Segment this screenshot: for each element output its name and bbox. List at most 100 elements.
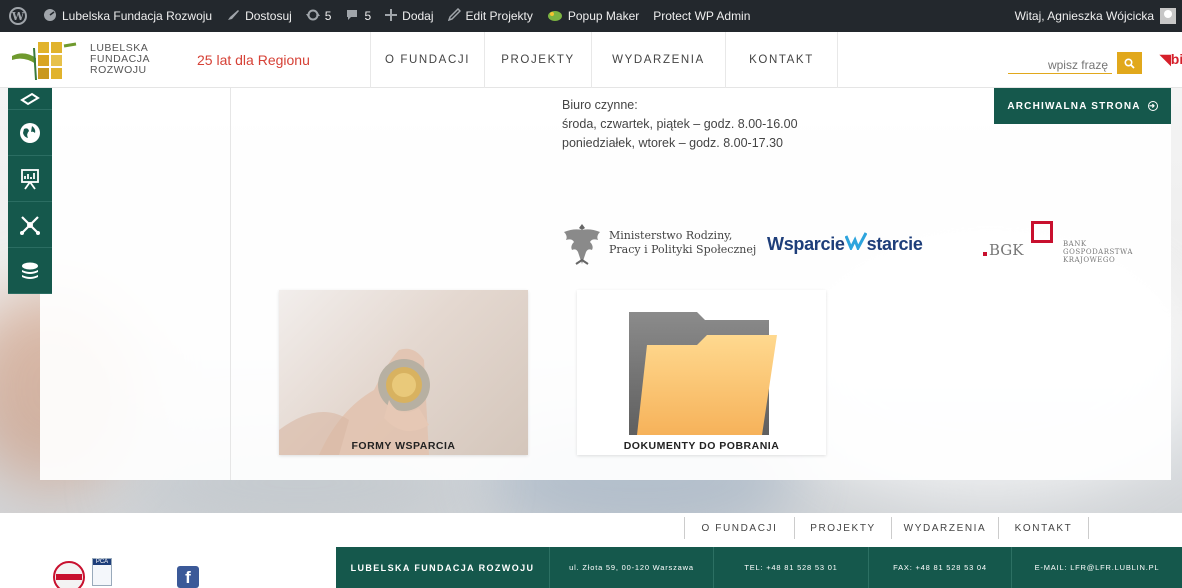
side-link-presentation[interactable] [8,156,52,202]
bgk-short-name: BGK [989,241,1024,259]
archive-site-label: ARCHIWALNA STRONA [1007,100,1141,112]
wsparcie-part2: starcie [866,234,923,254]
footer-nav: O FUNDACJI PROJEKTY WYDARZENIA KONTAKT [684,517,1089,539]
archive-site-button[interactable]: ARCHIWALNA STRONA ➜ [994,88,1171,124]
site-header: LUBELSKA FUNDACJA ROZWOJU 25 lat dla Reg… [0,32,1182,88]
footer-contact-bar: LUBELSKA FUNDACJA ROZWOJU ul. Złota 59, … [336,547,1182,588]
coin-stack-icon [22,262,38,279]
foundation-logo-icon[interactable] [10,40,78,82]
globe-icon [20,122,40,143]
account-menu[interactable]: Witaj, Agnieszka Wójcicka [1015,0,1182,32]
footer-nav-projekty[interactable]: PROJEKTY [794,517,891,539]
office-hours-line: poniedziałek, wtorek – godz. 8.00-17.30 [562,136,783,150]
admin-bar: W Lubelska Fundacja Rozwoju Dostosuj 5 5… [0,0,1182,32]
search-button[interactable] [1117,52,1142,74]
logo-text[interactable]: LUBELSKA FUNDACJA ROZWOJU [90,43,150,76]
footer-nav-wydarzenia[interactable]: WYDARZENIA [891,517,998,539]
bgk-dot-icon [983,252,987,256]
bgk-full-line: KRAJOWEGO [1063,256,1116,264]
eagle-emblem-icon [564,224,600,265]
footer-phone[interactable]: TEL: +48 81 528 53 01 [714,547,869,588]
presentation-chart-icon [21,168,39,190]
footer-address: ul. Złota 59, 00-120 Warszawa [550,547,714,588]
tile-formy-wsparcia[interactable]: FORMY WSPARCIA [279,290,528,455]
pca-certificate-icon: PCA [92,558,112,586]
tagline: 25 lat dla Regionu [197,52,310,68]
customize-label: Dostosuj [245,9,292,23]
wordpress-icon: W [9,7,27,25]
popup-maker-menu[interactable]: Popup Maker [540,0,646,32]
tile-label: DOKUMENTY DO POBRANIA [623,440,780,452]
site-name-menu[interactable]: Lubelska Fundacja Rozwoju [36,0,219,32]
comment-icon [345,8,359,25]
bgk-full-name: BANK GOSPODARSTWA KRAJOWEGO [1063,240,1148,264]
side-icon-bar [8,88,52,294]
popup-maker-icon [547,8,563,25]
site-name-label: Lubelska Fundacja Rozwoju [62,9,213,23]
wsparcie-w-mark-icon [844,232,867,254]
avatar [1160,8,1176,24]
main-nav: O FUNDACJI PROJEKTY WYDARZENIA KONTAKT [370,32,838,88]
certificate-seal-icon [53,561,85,588]
pencil-icon [447,7,461,24]
office-hours-title: Biuro czynne: [562,98,638,112]
updates-link[interactable]: 5 [299,0,339,32]
bgk-square-icon [1031,221,1053,243]
add-new-label: Dodaj [402,9,434,23]
footer-org-name: LUBELSKA FUNDACJA ROZWOJU [336,547,550,588]
add-new-menu[interactable]: Dodaj [378,0,440,32]
nav-kontakt[interactable]: KONTAKT [725,32,838,88]
popup-maker-label: Popup Maker [567,9,640,23]
brush-icon [226,8,240,25]
folder-icon [629,312,777,435]
tile-label: FORMY WSPARCIA [351,440,456,452]
bgk-full-line: BANK GOSPODARSTWA [1063,240,1133,256]
tile-dokumenty-do-pobrania[interactable]: DOKUMENTY DO POBRANIA [577,290,826,455]
greeting-label: Witaj, Agnieszka Wójcicka [1014,9,1154,23]
logo-line: ROZWOJU [90,64,147,76]
bgk-logo[interactable]: BGK BANK GOSPODARSTWA KRAJOWEGO [983,221,1148,264]
facebook-icon[interactable]: f [177,566,199,588]
bip-link[interactable]: ◥bi [1160,51,1182,68]
ministry-logo[interactable]: Ministerstwo Rodziny, Pracy i Polityki S… [609,229,756,257]
protect-admin-link[interactable]: Protect WP Admin [646,0,757,32]
customize-link[interactable]: Dostosuj [219,0,299,32]
comments-count: 5 [364,9,372,23]
footer-nav-kontakt[interactable]: KONTAKT [998,517,1089,539]
protect-admin-label: Protect WP Admin [653,9,751,23]
nav-wydarzenia[interactable]: WYDARZENIA [591,32,725,88]
side-link-globe[interactable] [8,110,52,156]
wsparcie-part1: Wsparcie [767,234,845,254]
network-icon [20,215,40,235]
wordpress-menu[interactable]: W [0,0,36,32]
divider [230,88,231,480]
ministry-line: Ministerstwo Rodziny, [609,229,733,242]
side-link-network[interactable] [8,202,52,248]
bip-label: bi [1170,51,1182,67]
edit-label: Edit Projekty [465,9,533,23]
refresh-icon [305,8,320,25]
coins-icon [20,92,40,105]
footer-fax: FAX: +48 81 528 53 04 [869,547,1012,588]
wsparcie-w-starcie-logo[interactable]: Wsparcie starcie [767,232,923,255]
office-hours: Biuro czynne: środa, czwartek, piątek – … [562,96,798,153]
hand-with-coin-icon [279,348,430,455]
dashboard-icon [43,8,57,25]
ministry-line: Pracy i Polityki Społecznej [609,243,757,256]
footer-nav-o-fundacji[interactable]: O FUNDACJI [684,517,794,539]
nav-o-fundacji[interactable]: O FUNDACJI [370,32,484,88]
bip-icon: ◥ [1160,51,1171,67]
arrow-right-circle-icon: ➜ [1147,101,1158,111]
edit-link[interactable]: Edit Projekty [441,0,540,32]
search-icon [1124,57,1135,69]
nav-projekty[interactable]: PROJEKTY [484,32,591,88]
office-hours-line: środa, czwartek, piątek – godz. 8.00-16.… [562,117,798,131]
side-link-coin-stack[interactable] [8,248,52,294]
search-input[interactable] [1008,52,1112,74]
side-link-coins[interactable] [8,88,52,110]
plus-icon [385,8,398,24]
comments-link[interactable]: 5 [338,0,378,32]
footer-email[interactable]: E-MAIL: LFR@LFR.LUBLIN.PL [1012,547,1182,588]
updates-count: 5 [324,9,332,23]
pca-label: PCA [93,559,111,565]
